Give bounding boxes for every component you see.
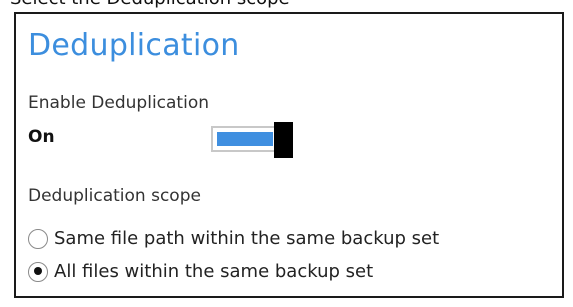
toggle-track (211, 126, 277, 152)
deduplication-panel: Deduplication Enable Deduplication On De… (14, 12, 564, 298)
toggle-knob[interactable] (274, 122, 293, 158)
scope-option-all-files[interactable]: All files within the same backup set (28, 261, 373, 282)
deduplication-scope-label: Deduplication scope (28, 186, 201, 206)
panel-title: Deduplication (28, 28, 240, 63)
enable-deduplication-label: Enable Deduplication (28, 93, 209, 113)
scope-option-label: All files within the same backup set (54, 261, 374, 282)
radio-button-unchecked[interactable] (28, 228, 48, 249)
toggle-state-text: On (28, 127, 55, 147)
scope-option-label: Same file path within the same backup se… (54, 228, 440, 249)
page: Select the Deduplication scope Deduplica… (0, 0, 573, 307)
caption-text: Select the Deduplication scope (10, 0, 290, 9)
radio-button-checked[interactable] (28, 261, 48, 282)
toggle-fill (217, 132, 273, 146)
scope-option-same-file-path[interactable]: Same file path within the same backup se… (28, 228, 439, 249)
deduplication-toggle[interactable] (211, 122, 293, 158)
